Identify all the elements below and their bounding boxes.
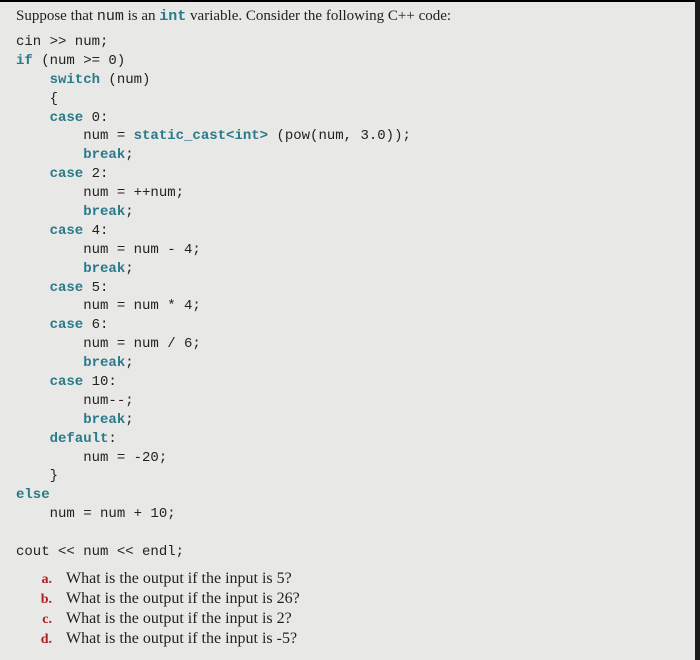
prompt-text: variable. Consider the following C++ cod… bbox=[186, 8, 451, 24]
document-page: Suppose that num is an int variable. Con… bbox=[0, 0, 695, 660]
question-text: What is the output if the input is -5? bbox=[66, 630, 685, 648]
question-item: d. What is the output if the input is -5… bbox=[16, 630, 685, 648]
prompt-var: num bbox=[97, 8, 124, 25]
question-label: d. bbox=[16, 632, 66, 648]
question-item: b. What is the output if the input is 26… bbox=[16, 590, 685, 608]
question-text: What is the output if the input is 26? bbox=[66, 590, 685, 608]
question-text: What is the output if the input is 5? bbox=[66, 570, 685, 588]
code-block: cin >> num; if (num >= 0) switch (num) {… bbox=[16, 33, 685, 562]
question-label: c. bbox=[16, 612, 66, 628]
prompt-text: is an bbox=[124, 8, 159, 24]
prompt-text: Suppose that bbox=[16, 8, 97, 24]
prompt-type: int bbox=[159, 8, 186, 25]
question-item: c. What is the output if the input is 2? bbox=[16, 610, 685, 628]
question-text: What is the output if the input is 2? bbox=[66, 610, 685, 628]
question-prompt: Suppose that num is an int variable. Con… bbox=[16, 8, 685, 25]
question-list: a. What is the output if the input is 5?… bbox=[16, 570, 685, 648]
question-label: b. bbox=[16, 592, 66, 608]
question-label: a. bbox=[16, 572, 66, 588]
question-item: a. What is the output if the input is 5? bbox=[16, 570, 685, 588]
